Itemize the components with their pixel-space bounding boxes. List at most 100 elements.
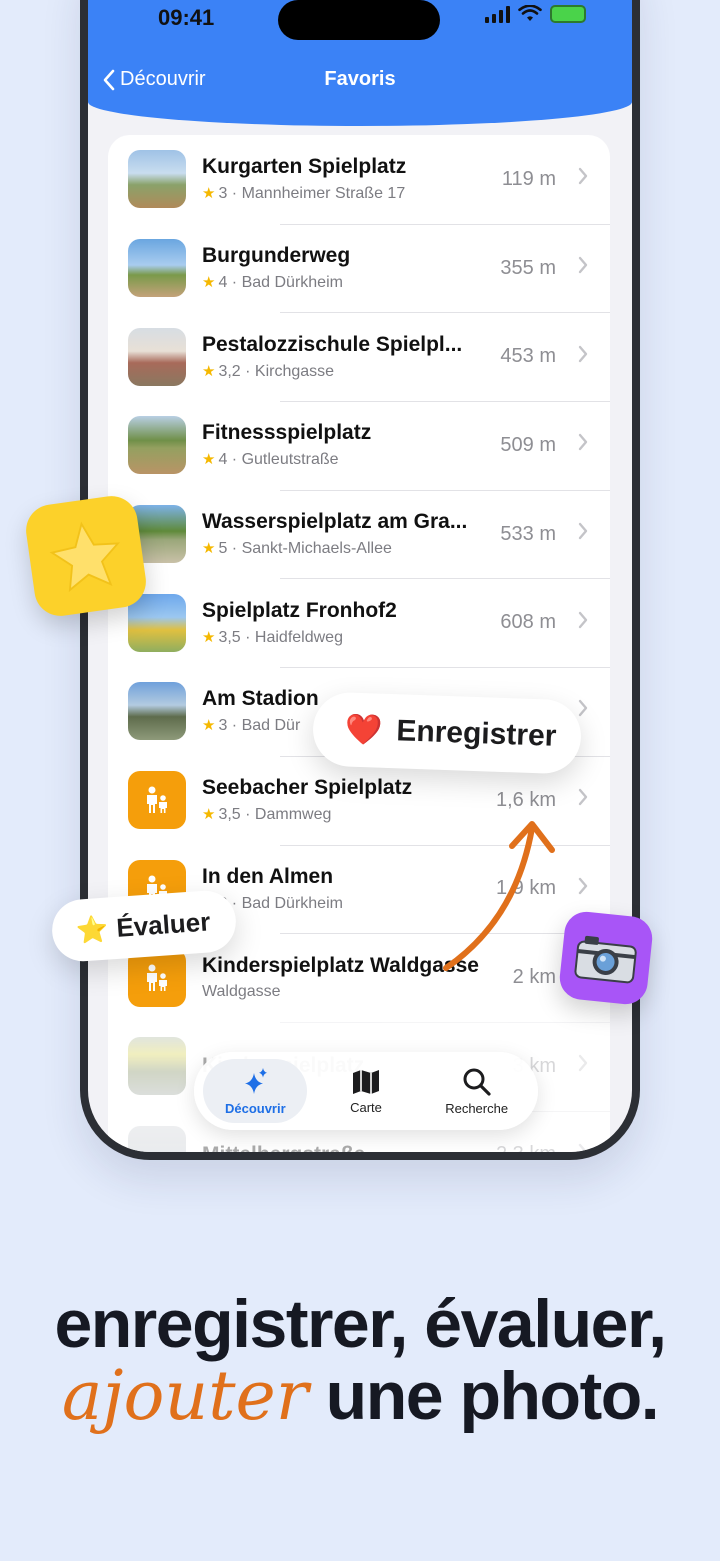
star-icon: ★ — [202, 185, 216, 203]
distance-label: 119 m — [501, 167, 556, 190]
list-item-subtitle: ★ 3,2 · Kirchgasse — [202, 362, 500, 381]
list-item-texts: Fitnessspielplatz ★ 4 · Gutleutstraße — [202, 421, 500, 469]
playground-photo — [128, 416, 186, 475]
list-item-content: Fitnessspielplatz ★ 4 · Gutleutstraße 509 m — [186, 401, 610, 490]
list-item-content: Kurgarten Spielplatz ★ 3 · Mannheimer Stra… — [186, 135, 610, 224]
chevron-right-icon — [570, 432, 596, 458]
status-icons — [485, 5, 586, 23]
chevron-right-icon — [570, 876, 596, 902]
tab-discover[interactable]: Découvrir — [203, 1059, 308, 1123]
headline: enregistrer, évaluer, ajouter une photo. — [0, 1288, 720, 1433]
separator: · — [227, 717, 242, 735]
playground-photo — [128, 1037, 186, 1096]
list-item-title: Burgunderweg — [202, 244, 351, 268]
chevron-right-icon — [570, 166, 596, 192]
back-label: Découvrir — [120, 68, 206, 90]
list-item[interactable]: Burgunderweg ★ 4 · Bad Dürkheim 355 m — [108, 223, 610, 313]
chevron-right-icon — [570, 521, 596, 547]
headline-accent: ajouter — [61, 1357, 309, 1436]
list-item-title: Wasserspielplatz am Gra... — [202, 510, 468, 534]
playground-photo — [128, 682, 186, 741]
status-time: 09:41 — [158, 5, 215, 30]
star-icon — [49, 521, 120, 593]
location-text: Dammweg — [254, 806, 332, 824]
list-item-texts: Pestalozzischule Spielpl... ★ 3,2 · Kirchg… — [202, 333, 500, 381]
list-item-title: Mittelbergstraße — [202, 1142, 366, 1160]
chevron-right-icon — [570, 344, 596, 370]
location-text: Waldgasse — [202, 983, 281, 1001]
list-item-content: Spielplatz Fronhof2 ★ 3,5 · Haidfeldweg 608… — [186, 578, 610, 667]
star-icon: ★ — [202, 540, 216, 558]
location-text: Sankt-Michaels-Allee — [241, 540, 392, 558]
wifi-icon — [518, 5, 542, 21]
tab-label: Recherche — [445, 1100, 509, 1116]
playground-icon — [128, 771, 186, 830]
separator: · — [227, 451, 242, 469]
signal-icon — [485, 5, 510, 23]
distance-label: 355 m — [500, 256, 556, 279]
tab-map[interactable]: Carte — [314, 1059, 418, 1123]
list-item-title: Seebacher Spielplatz — [202, 776, 413, 800]
location-text: Bad Dürkheim — [241, 274, 343, 292]
save-callout: ❤️ Enregistrer — [311, 691, 583, 775]
list-item[interactable]: Pestalozzischule Spielpl... ★ 3,2 · Kirchg… — [108, 312, 610, 401]
playground-photo — [128, 239, 186, 298]
rating-value: 3,2 — [218, 362, 241, 380]
headline-line-1: enregistrer, évaluer, — [54, 1286, 667, 1362]
back-button[interactable]: Découvrir — [102, 68, 206, 91]
list-item-title: Pestalozzischule Spielpl... — [202, 332, 463, 356]
map-icon — [352, 1069, 379, 1094]
list-item-texts: Mittelbergstraße — [202, 1142, 496, 1160]
star-icon: ★ — [202, 717, 216, 735]
tab-bar: Découvrir Carte Recherche — [194, 1052, 538, 1130]
playground-photo — [128, 593, 186, 652]
list-item[interactable]: Wasserspielplatz am Gra... ★ 5 · Sankt-Mic… — [108, 489, 610, 579]
list-item[interactable]: Kurgarten Spielplatz ★ 3 · Mannheimer Stra… — [108, 135, 610, 224]
star-icon: ★ — [202, 274, 216, 292]
star-icon: ★ — [202, 806, 216, 824]
chevron-left-icon — [103, 69, 115, 90]
playground-photo — [128, 1125, 186, 1152]
list-item-title: Spielplatz Fronhof2 — [202, 598, 397, 622]
distance-label: 608 m — [500, 611, 556, 634]
star-badge — [22, 492, 150, 620]
star-icon: ★ — [202, 451, 216, 469]
list-item-subtitle: ★ 5 · Sankt-Michaels-Allee — [202, 539, 500, 558]
list-item-subtitle: ★ 3,5 · Haidfeldweg — [202, 628, 500, 647]
chevron-right-icon — [570, 787, 596, 813]
list-item-content: Burgunderweg ★ 4 · Bad Dürkheim 355 m — [186, 223, 610, 313]
favorites-list: Kurgarten Spielplatz ★ 3 · Mannheimer Stra… — [108, 135, 610, 1160]
list-item-texts: Wasserspielplatz am Gra... ★ 5 · Sankt-Mic… — [202, 510, 500, 558]
rating-value: 3,5 — [218, 628, 241, 646]
list-item[interactable]: Spielplatz Fronhof2 ★ 3,5 · Haidfeldweg 608… — [108, 578, 610, 667]
rate-label: Évaluer — [115, 905, 212, 943]
distance-label: 2,3 km — [495, 1143, 556, 1160]
arrow-icon — [443, 821, 555, 971]
list-item[interactable]: Fitnessspielplatz ★ 4 · Gutleutstraße 509 m — [108, 401, 610, 490]
battery-icon — [550, 5, 586, 23]
magnifier-icon — [463, 1068, 491, 1096]
phone-frame: 09:41 Découvrir Favoris Kurgarten Spielp… — [80, 0, 640, 1160]
tab-label: Découvrir — [224, 1100, 286, 1116]
chevron-right-icon — [570, 1142, 596, 1152]
tab-search[interactable]: Recherche — [425, 1059, 529, 1123]
distance-label: 533 m — [500, 522, 556, 545]
distance-label: 509 m — [500, 433, 556, 456]
list-item-subtitle: Waldgasse — [202, 983, 513, 1001]
list-item-texts: Kurgarten Spielplatz ★ 3 · Mannheimer Stra… — [202, 155, 502, 203]
chevron-right-icon — [570, 610, 596, 636]
playground-photo — [128, 150, 186, 209]
headline-line-2: ajouter une photo. — [0, 1360, 720, 1433]
headline-rest: une photo. — [308, 1358, 660, 1434]
location-text: Kirchgasse — [254, 362, 335, 380]
list-item-texts: Spielplatz Fronhof2 ★ 3,5 · Haidfeldweg — [202, 599, 500, 647]
list-item-title: Kurgarten Spielplatz — [202, 155, 407, 179]
sparkles-icon — [245, 1067, 268, 1094]
list-item-subtitle: ★ 4 · Bad Dürkheim — [202, 273, 500, 292]
distance-label: 1,6 km — [495, 788, 556, 811]
separator: · — [240, 806, 255, 824]
chevron-right-icon — [570, 1053, 596, 1079]
tab-label: Carte — [350, 1099, 382, 1115]
separator: · — [227, 540, 242, 558]
star-icon: ⭐ — [75, 913, 110, 946]
